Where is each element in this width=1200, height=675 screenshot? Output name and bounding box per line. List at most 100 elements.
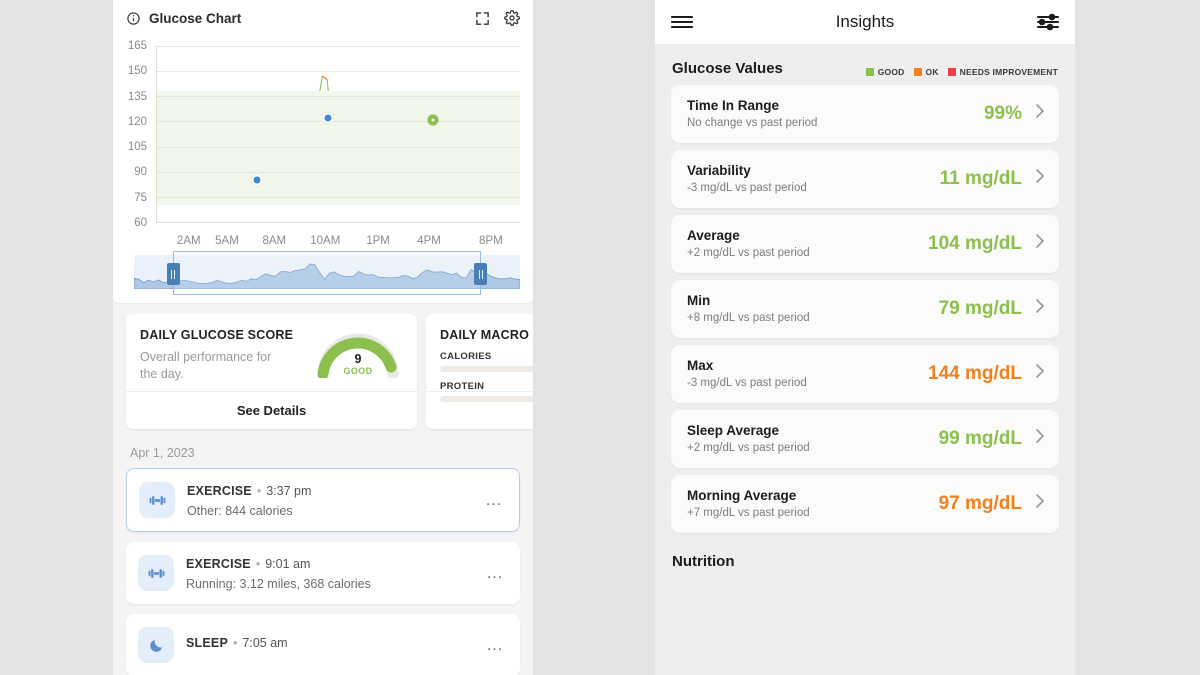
gridline xyxy=(157,46,520,47)
chevron-right-icon[interactable] xyxy=(1035,168,1045,189)
score-gauge: 9 GOOD xyxy=(315,328,401,384)
event-list: EXERCISE•3:37 pmOther: 844 calories…EXER… xyxy=(113,468,533,675)
target-range-band xyxy=(157,91,520,205)
daily-macro-card[interactable]: DAILY MACRO CALORIES PROTEIN xyxy=(426,314,533,429)
insights-panel: Insights Glucose Values GOODOKNEEDS IMPR… xyxy=(655,0,1075,675)
event-text: SLEEP•7:05 am xyxy=(186,634,482,656)
event-detail: Running: 3.12 miles, 368 calories xyxy=(186,577,482,591)
event-separator: • xyxy=(257,484,261,498)
insights-title: Insights xyxy=(655,12,1075,32)
metric-row[interactable]: Sleep Average+2 mg/dL vs past period99 m… xyxy=(671,410,1059,468)
metric-value: 97 mg/dL xyxy=(939,493,1022,515)
legend-swatch xyxy=(866,68,874,76)
gridline xyxy=(157,121,520,122)
hamburger-menu-icon[interactable] xyxy=(671,14,693,30)
macro-label-protein: PROTEIN xyxy=(440,381,533,392)
dumbbell-icon xyxy=(139,482,175,518)
metric-text: Variability-3 mg/dL vs past period xyxy=(687,163,940,194)
chevron-right-icon[interactable] xyxy=(1035,428,1045,449)
chart-marker-dot[interactable] xyxy=(251,175,262,186)
event-time: 9:01 am xyxy=(265,557,310,571)
metric-value: 99% xyxy=(984,103,1022,125)
x-tick-label: 10AM xyxy=(310,235,340,247)
plot-area[interactable] xyxy=(156,46,520,223)
chevron-right-icon[interactable] xyxy=(1035,493,1045,514)
section-title: Glucose Values xyxy=(672,60,783,77)
legend: GOODOKNEEDS IMPROVEMENT xyxy=(866,67,1058,77)
event-more-button[interactable]: … xyxy=(482,635,508,655)
metric-name: Min xyxy=(687,293,939,308)
metric-name: Average xyxy=(687,228,928,243)
glucose-panel: Glucose Chart 607590105120135150165 xyxy=(113,0,533,675)
legend-item: NEEDS IMPROVEMENT xyxy=(948,67,1058,77)
metric-name: Max xyxy=(687,358,928,373)
glucose-plot: 607590105120135150165 2AM5AM8AM10AM1PM4P… xyxy=(113,38,533,253)
event-type: EXERCISE xyxy=(186,557,251,571)
nutrition-section-title: Nutrition xyxy=(655,540,1075,570)
gridline xyxy=(157,71,520,72)
metric-value: 144 mg/dL xyxy=(928,363,1022,385)
event-text: EXERCISE•3:37 pmOther: 844 calories xyxy=(187,482,481,518)
metric-text: Time In Range No change vs past period xyxy=(687,98,984,129)
dumbbell-icon xyxy=(138,555,174,591)
legend-label: OK xyxy=(926,67,939,77)
metric-value: 99 mg/dL xyxy=(939,428,1022,450)
chart-marker-ring[interactable] xyxy=(427,114,438,125)
event-type: SLEEP xyxy=(186,636,228,650)
event-separator: • xyxy=(256,557,260,571)
page-title: Glucose Chart xyxy=(149,11,241,26)
gear-icon[interactable] xyxy=(504,10,520,26)
chevron-right-icon[interactable] xyxy=(1035,103,1045,124)
event-list-item[interactable]: EXERCISE • 9:01 am Running: 3.12 miles, 368… xyxy=(126,542,520,604)
y-tick-label: 90 xyxy=(113,166,147,178)
metric-row[interactable]: Min+8 mg/dL vs past period79 mg/dL xyxy=(671,280,1059,338)
legend-swatch xyxy=(948,68,956,76)
metric-row[interactable]: Variability-3 mg/dL vs past period11 mg/… xyxy=(671,150,1059,208)
metric-row[interactable]: Time In Range No change vs past period99% xyxy=(671,85,1059,143)
metric-change: No change vs past period xyxy=(687,117,984,129)
glucose-values-section-header: Glucose Values GOODOKNEEDS IMPROVEMENT xyxy=(655,44,1075,85)
metric-row[interactable]: Average+2 mg/dL vs past period104 mg/dL xyxy=(671,215,1059,273)
x-tick-label: 5AM xyxy=(215,235,239,247)
macro-card-body: DAILY MACRO CALORIES PROTEIN xyxy=(426,314,533,391)
legend-label: NEEDS IMPROVEMENT xyxy=(960,67,1058,77)
chart-marker-dot[interactable] xyxy=(322,113,333,124)
legend-swatch xyxy=(914,68,922,76)
event-text: EXERCISE • 9:01 am Running: 3.12 miles, 368… xyxy=(186,555,482,591)
metric-row[interactable]: Max-3 mg/dL vs past period144 mg/dL xyxy=(671,345,1059,403)
see-details-button[interactable]: See Details xyxy=(126,391,417,429)
metric-value: 104 mg/dL xyxy=(928,233,1022,255)
metric-row[interactable]: Morning Average+7 mg/dL vs past period97… xyxy=(671,475,1059,533)
metric-name: Time In Range xyxy=(687,98,984,113)
chevron-right-icon[interactable] xyxy=(1035,298,1045,319)
chart-range-brush[interactable] xyxy=(134,255,520,289)
metric-text: Average+2 mg/dL vs past period xyxy=(687,228,928,259)
event-separator: • xyxy=(233,636,237,650)
score-rating-label: GOOD xyxy=(315,366,401,376)
brush-selection[interactable] xyxy=(173,251,482,295)
brush-handle-right[interactable] xyxy=(474,263,487,285)
daily-glucose-score-card[interactable]: DAILY GLUCOSE SCORE Overall performance … xyxy=(126,314,417,429)
x-tick-label: 4PM xyxy=(417,235,441,247)
event-list-item[interactable]: EXERCISE•3:37 pmOther: 844 calories… xyxy=(126,468,520,532)
y-tick-label: 165 xyxy=(113,40,147,52)
sliders-filter-icon[interactable] xyxy=(1037,13,1059,31)
event-title-row: SLEEP•7:05 am xyxy=(186,636,288,650)
info-circle-icon[interactable] xyxy=(126,11,141,26)
event-more-button[interactable]: … xyxy=(482,563,508,583)
chevron-right-icon[interactable] xyxy=(1035,233,1045,254)
gridline xyxy=(157,172,520,173)
macro-row-calories: CALORIES xyxy=(440,351,533,372)
event-list-item[interactable]: SLEEP•7:05 am… xyxy=(126,614,520,675)
event-detail: Other: 844 calories xyxy=(187,504,481,518)
brush-handle-left[interactable] xyxy=(167,263,180,285)
moon-icon xyxy=(138,627,174,663)
metric-change: +2 mg/dL vs past period xyxy=(687,442,939,454)
fullscreen-icon[interactable] xyxy=(475,11,490,26)
event-more-button[interactable]: … xyxy=(481,490,507,510)
metric-text: Max-3 mg/dL vs past period xyxy=(687,358,928,389)
gridline xyxy=(157,197,520,198)
chevron-right-icon[interactable] xyxy=(1035,363,1045,384)
metric-text: Morning Average+7 mg/dL vs past period xyxy=(687,488,939,519)
y-tick-label: 150 xyxy=(113,65,147,77)
